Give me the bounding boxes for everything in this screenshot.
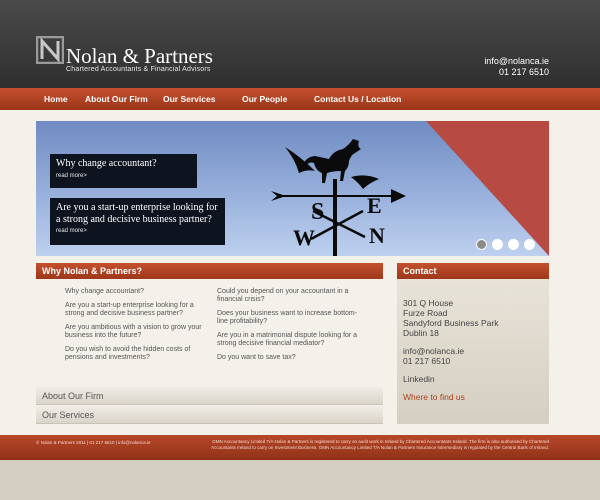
footer-copyright: © Nolan & Partners 2011 | 01 217 6510 | … — [36, 440, 151, 445]
site-header: Nolan & Partners Chartered Accountants &… — [0, 0, 600, 88]
page-bottom — [0, 460, 600, 500]
slider-pagination — [476, 239, 535, 250]
nav-about[interactable]: About Our Firm — [85, 94, 148, 104]
why-item[interactable]: Are you ambitious with a vision to grow … — [65, 324, 205, 340]
slider-dot-1[interactable] — [476, 239, 487, 250]
address-line: Sandyford Business Park — [403, 318, 499, 328]
slider-dot-3[interactable] — [508, 239, 519, 250]
vane-letter-e: E — [367, 193, 382, 218]
nav-services[interactable]: Our Services — [163, 94, 215, 104]
nav-home[interactable]: Home — [44, 94, 68, 104]
why-item[interactable]: Are you in a matrimonial dispute looking… — [217, 332, 367, 348]
address-line: Furze Road — [403, 308, 448, 318]
find-us-link[interactable]: Where to find us — [403, 392, 543, 402]
logo-icon[interactable] — [36, 36, 64, 64]
contact-panel: 301 Q House Furze Road Sandyford Busines… — [397, 279, 549, 424]
why-heading: Why Nolan & Partners? — [36, 263, 383, 279]
accordion-about[interactable]: About Our Firm — [36, 387, 383, 405]
promo-start-up[interactable]: Are you a start-up enterprise looking fo… — [50, 198, 225, 245]
contact-email[interactable]: info@nolanca.ie — [403, 346, 543, 356]
slider-dot-2[interactable] — [492, 239, 503, 250]
slider-dot-4[interactable] — [524, 239, 535, 250]
vane-letter-n: N — [369, 223, 385, 248]
promo-change-accountant[interactable]: Why change accountant? read more> — [50, 154, 197, 188]
main-nav: Home About Our Firm Our Services Our Peo… — [0, 88, 600, 110]
nav-people[interactable]: Our People — [242, 94, 287, 104]
site-footer: © Nolan & Partners 2011 | 01 217 6510 | … — [0, 435, 600, 460]
why-item[interactable]: Could you depend on your accountant in a… — [217, 288, 367, 304]
brand-tagline: Chartered Accountants & Financial Adviso… — [66, 66, 211, 73]
weather-vane-image: S W E N — [271, 139, 406, 256]
contact-phone: 01 217 6510 — [403, 356, 451, 366]
hero-slider: S W E N Why change accountant? read more… — [36, 121, 549, 256]
header-contact: info@nolanca.ie 01 217 6510 — [484, 56, 549, 78]
why-list-right: Could you depend on your accountant in a… — [217, 288, 367, 368]
promo-title: Why change accountant? — [56, 158, 157, 169]
linkedin-link[interactable]: Linkedin — [403, 374, 543, 384]
contact-heading: Contact — [397, 263, 549, 279]
why-item[interactable]: Does your business want to increase bott… — [217, 310, 367, 326]
why-list-left: Why change accountant? Are you a start-u… — [65, 288, 205, 368]
address-line: Dublin 18 — [403, 328, 439, 338]
footer-regulatory: GMN Accountancy Limited T/A Nolan & Part… — [211, 439, 549, 450]
vane-letter-w: W — [293, 225, 315, 250]
promo-title: Are you a start-up enterprise looking fo… — [56, 202, 218, 225]
read-more-link[interactable]: read more> — [56, 228, 219, 234]
why-item[interactable]: Why change accountant? — [65, 288, 205, 296]
header-phone: 01 217 6510 — [498, 67, 549, 77]
accordion-services[interactable]: Our Services — [36, 406, 383, 424]
address-line: 301 Q House — [403, 298, 454, 308]
nav-contact[interactable]: Contact Us / Location — [314, 94, 401, 104]
why-item[interactable]: Do you want to save tax? — [217, 354, 367, 362]
brand-name[interactable]: Nolan & Partners — [66, 46, 213, 67]
why-item[interactable]: Are you a start-up enterprise looking fo… — [65, 302, 205, 318]
read-more-link[interactable]: read more> — [56, 173, 191, 179]
why-item[interactable]: Do you wish to avoid the hidden costs of… — [65, 346, 205, 362]
header-email[interactable]: info@nolanca.ie — [484, 56, 549, 67]
vane-letter-s: S — [311, 199, 324, 225]
